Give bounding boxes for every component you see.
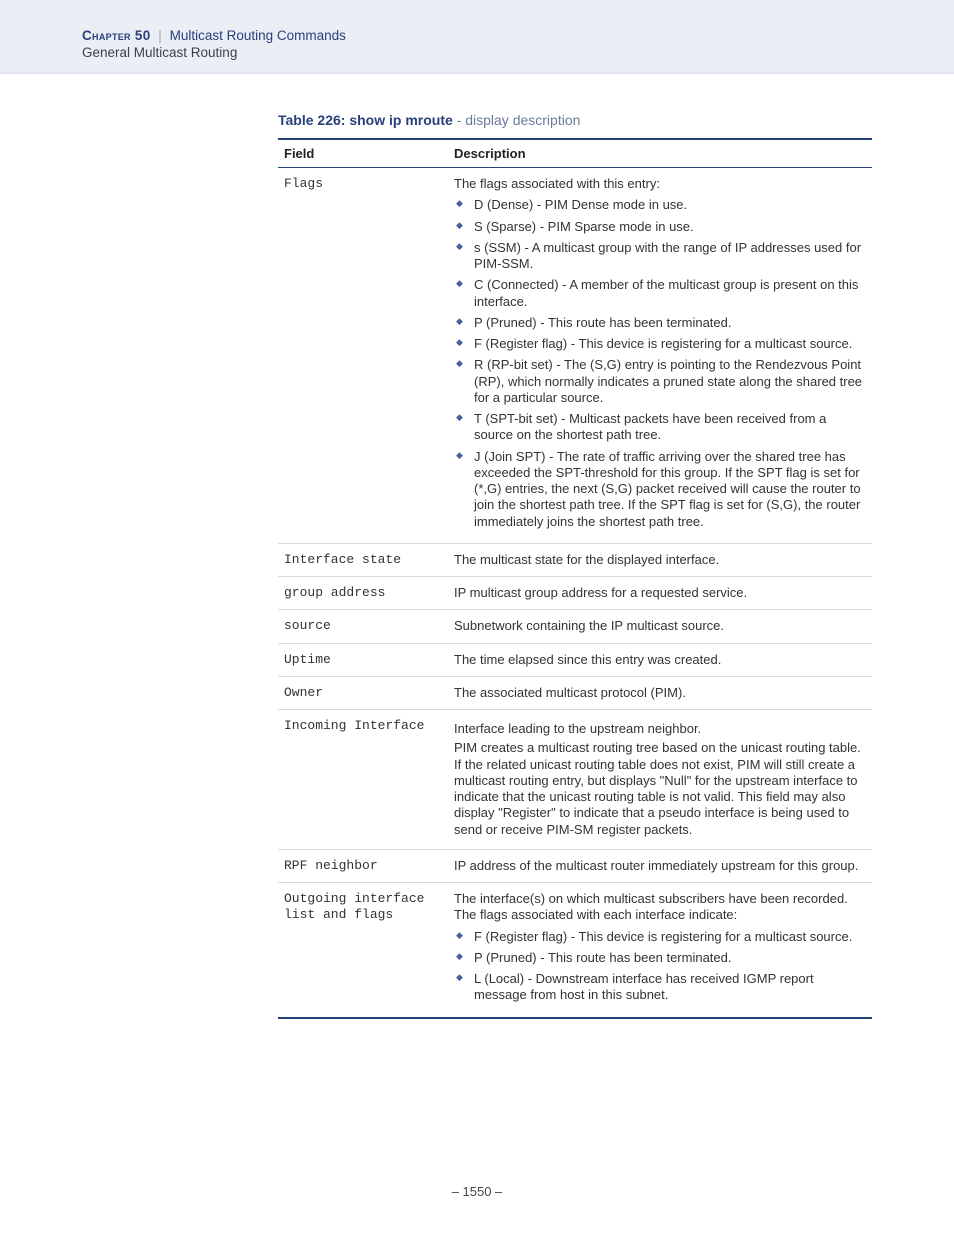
description-table: Field Description Flags The flags associ… xyxy=(278,138,872,1019)
table-caption: Table 226: show ip mroute - display desc… xyxy=(278,112,872,128)
table-row: Flags The flags associated with this ent… xyxy=(278,168,872,544)
list-item: P (Pruned) - This route has been termina… xyxy=(454,315,866,331)
page-header: Chapter 50 | Multicast Routing Commands … xyxy=(0,0,954,74)
field-cell: source xyxy=(278,610,448,643)
list-item: P (Pruned) - This route has been termina… xyxy=(454,950,866,966)
list-item: F (Register flag) - This device is regis… xyxy=(454,336,866,352)
list-item: R (RP-bit set) - The (S,G) entry is poin… xyxy=(454,357,866,406)
table-row: source Subnetwork containing the IP mult… xyxy=(278,610,872,643)
desc-cell: Subnetwork containing the IP multicast s… xyxy=(448,610,872,643)
desc-cell: The time elapsed since this entry was cr… xyxy=(448,643,872,676)
incoming-p2: PIM creates a multicast routing tree bas… xyxy=(454,740,866,838)
desc-cell: Interface leading to the upstream neighb… xyxy=(448,710,872,850)
list-item: s (SSM) - A multicast group with the ran… xyxy=(454,240,866,273)
chapter-line: Chapter 50 | Multicast Routing Commands xyxy=(82,28,954,43)
field-cell: Interface state xyxy=(278,543,448,576)
flags-list: D (Dense) - PIM Dense mode in use. S (Sp… xyxy=(454,197,866,530)
header-pipe: | xyxy=(158,28,162,43)
desc-cell: The multicast state for the displayed in… xyxy=(448,543,872,576)
caption-bold: Table 226: show ip mroute xyxy=(278,112,453,128)
chapter-label: Chapter 50 xyxy=(82,28,151,43)
table-row: Uptime The time elapsed since this entry… xyxy=(278,643,872,676)
table-row: Incoming Interface Interface leading to … xyxy=(278,710,872,850)
field-cell: Outgoing interface list and flags xyxy=(278,883,448,1018)
table-row: Outgoing interface list and flags The in… xyxy=(278,883,872,1018)
desc-cell: IP multicast group address for a request… xyxy=(448,577,872,610)
incoming-p1: Interface leading to the upstream neighb… xyxy=(454,721,866,737)
desc-cell: The interface(s) on which multicast subs… xyxy=(448,883,872,1018)
field-cell: Flags xyxy=(278,168,448,544)
field-cell: Incoming Interface xyxy=(278,710,448,850)
outgoing-lead: The interface(s) on which multicast subs… xyxy=(454,891,866,924)
field-cell: RPF neighbor xyxy=(278,849,448,882)
field-cell: Owner xyxy=(278,676,448,709)
page-number: – 1550 – xyxy=(452,1184,503,1199)
section-title: General Multicast Routing xyxy=(82,45,954,60)
chapter-title: Multicast Routing Commands xyxy=(170,28,346,43)
col-description: Description xyxy=(448,139,872,168)
list-item: T (SPT-bit set) - Multicast packets have… xyxy=(454,411,866,444)
table-row: Interface state The multicast state for … xyxy=(278,543,872,576)
table-row: Owner The associated multicast protocol … xyxy=(278,676,872,709)
list-item: D (Dense) - PIM Dense mode in use. xyxy=(454,197,866,213)
table-row: RPF neighbor IP address of the multicast… xyxy=(278,849,872,882)
field-cell: group address xyxy=(278,577,448,610)
page-content: Table 226: show ip mroute - display desc… xyxy=(0,74,954,1019)
outgoing-list: F (Register flag) - This device is regis… xyxy=(454,929,866,1004)
table-row: group address IP multicast group address… xyxy=(278,577,872,610)
desc-cell: The associated multicast protocol (PIM). xyxy=(448,676,872,709)
list-item: C (Connected) - A member of the multicas… xyxy=(454,277,866,310)
caption-light: - display description xyxy=(453,112,581,128)
flags-lead: The flags associated with this entry: xyxy=(454,176,866,192)
list-item: J (Join SPT) - The rate of traffic arriv… xyxy=(454,449,866,530)
page-footer: – 1550 – xyxy=(0,1184,954,1199)
col-field: Field xyxy=(278,139,448,168)
list-item: F (Register flag) - This device is regis… xyxy=(454,929,866,945)
list-item: S (Sparse) - PIM Sparse mode in use. xyxy=(454,219,866,235)
list-item: L (Local) - Downstream interface has rec… xyxy=(454,971,866,1004)
desc-cell: IP address of the multicast router immed… xyxy=(448,849,872,882)
field-cell: Uptime xyxy=(278,643,448,676)
desc-cell: The flags associated with this entry: D … xyxy=(448,168,872,544)
